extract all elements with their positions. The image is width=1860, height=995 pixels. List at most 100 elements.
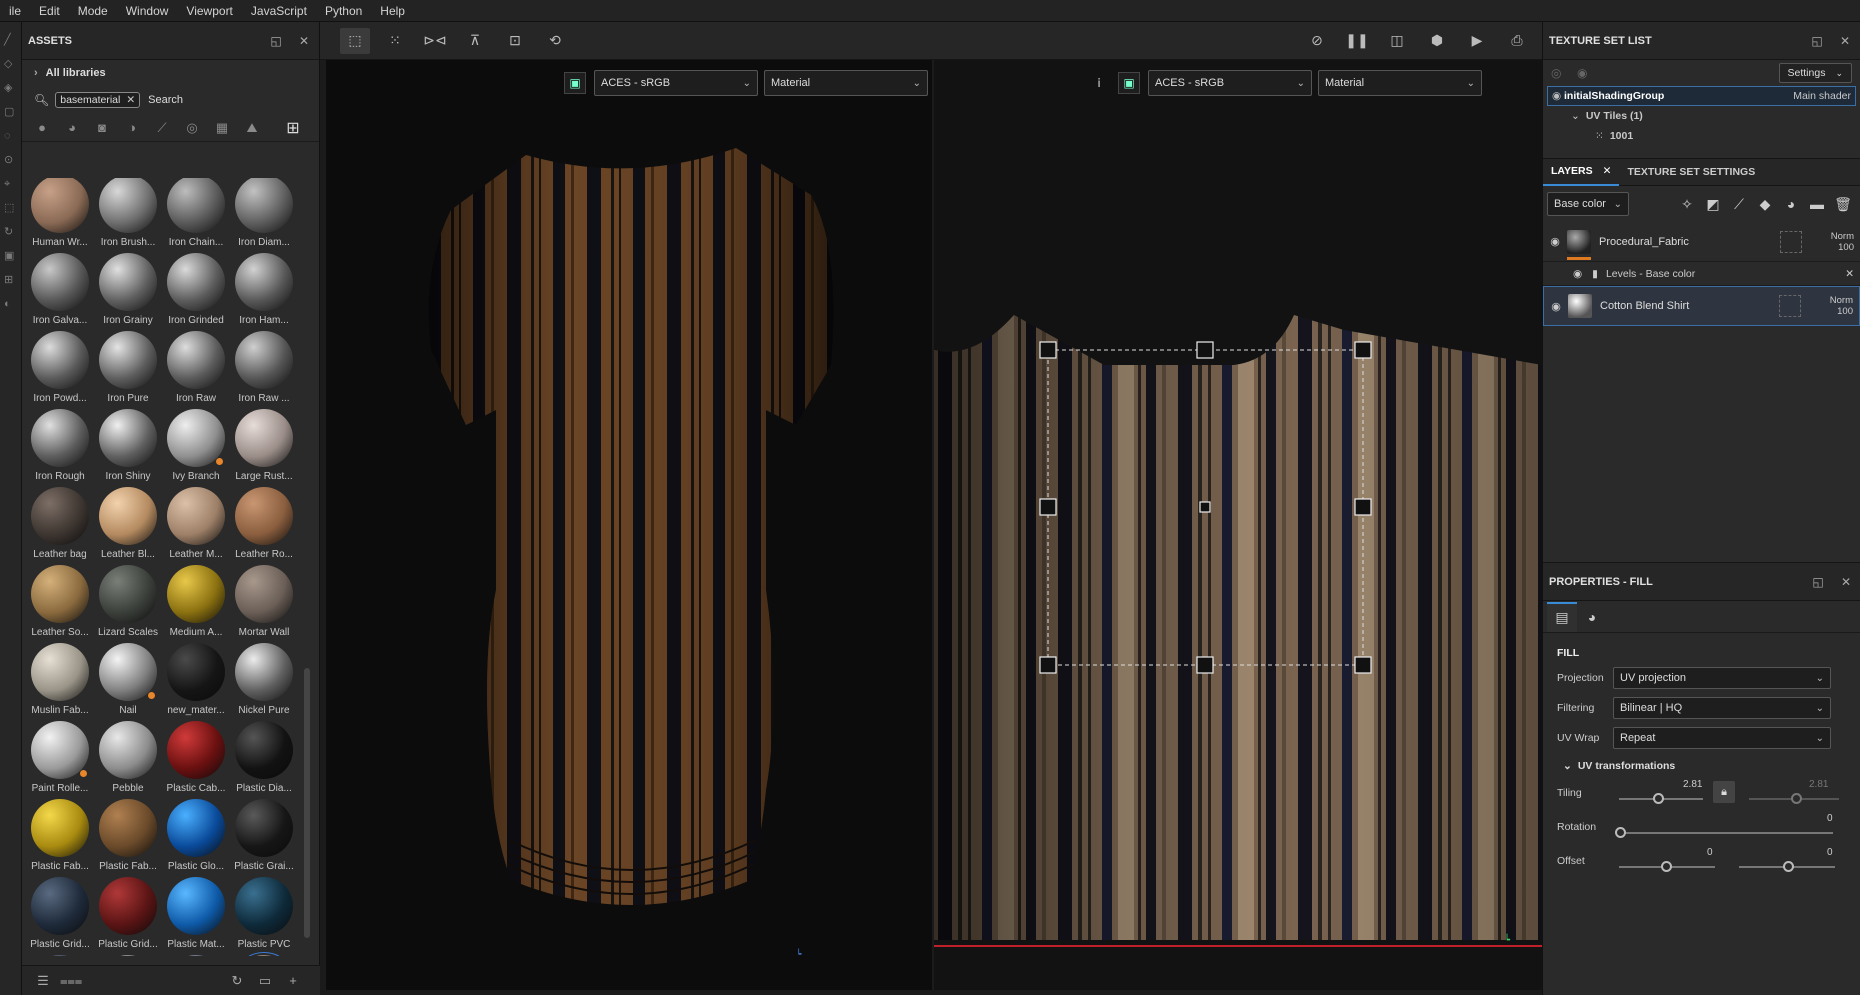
asset-item[interactable]: Plastic Fab... — [26, 798, 94, 876]
filter-procedural-icon[interactable]: ◎ — [180, 117, 204, 139]
select-tool-icon[interactable]: ⬚ — [4, 202, 18, 214]
asset-item[interactable]: Iron Raw ... — [230, 330, 298, 408]
material-properties-icon[interactable]: ◕ — [1577, 602, 1607, 632]
asset-item[interactable]: Plastic Cab... — [162, 720, 230, 798]
camera-video-icon[interactable]: ▶ — [1462, 28, 1492, 54]
asset-item[interactable]: Iron Pure — [94, 330, 162, 408]
uv-tile-row[interactable]: ⁙ 1001 — [1543, 126, 1860, 146]
menu-mode[interactable]: Mode — [69, 4, 117, 18]
visibility-icon[interactable]: ◉ — [1577, 66, 1603, 80]
filter-alpha-icon[interactable]: ▦ — [210, 117, 234, 139]
asset-item[interactable]: Iron Galva... — [26, 252, 94, 330]
split-view-icon[interactable]: ◫ — [1382, 28, 1412, 54]
asset-item[interactable]: Plastic Mat... — [162, 876, 230, 954]
layer-blend[interactable]: Norm 100 — [1809, 295, 1859, 317]
settings-dropdown[interactable]: Settings ⌄ — [1778, 63, 1852, 83]
search-input[interactable]: Search — [148, 94, 183, 106]
geometry-fill-icon[interactable]: ▢ — [4, 106, 18, 118]
asset-item[interactable]: Medium A... — [162, 564, 230, 642]
asset-item[interactable]: Leather So... — [26, 564, 94, 642]
projection-tool-icon[interactable]: ◈ — [4, 82, 18, 94]
menu-python[interactable]: Python — [316, 4, 371, 18]
tab-texture-set-settings[interactable]: TEXTURE SET SETTINGS — [1619, 158, 1763, 186]
fill-properties-icon[interactable]: ▤ — [1547, 601, 1577, 632]
refresh-icon[interactable]: ↻ — [226, 973, 248, 989]
asset-item[interactable]: Plastic Grai... — [230, 798, 298, 876]
asset-item[interactable]: Lizard Scales — [94, 564, 162, 642]
asset-item[interactable]: Plastic Glo... — [162, 798, 230, 876]
bake-icon[interactable]: ▣ — [4, 250, 18, 262]
filter-mask-icon[interactable]: ◙ — [90, 117, 114, 139]
add-effect-icon[interactable]: ✧ — [1674, 196, 1700, 213]
asset-item[interactable]: Leather Ro... — [230, 486, 298, 564]
eye-icon[interactable]: ◉ — [1543, 235, 1567, 248]
rotation-slider-knob[interactable] — [1615, 827, 1626, 838]
asset-item[interactable]: Leather M... — [162, 486, 230, 564]
uv-tiles-row[interactable]: ⌄ UV Tiles (1) — [1543, 106, 1860, 126]
lock-icon[interactable]: 🔒︎ — [1713, 781, 1735, 803]
asset-item[interactable]: Iron Ham... — [230, 252, 298, 330]
add-mask-icon[interactable]: ◩ — [1700, 196, 1726, 213]
asset-item[interactable]: Platinum P... — [94, 954, 162, 956]
layer-mask[interactable] — [1779, 295, 1801, 317]
asset-item[interactable]: Iron Rough — [26, 408, 94, 486]
menu-javascript[interactable]: JavaScript — [242, 4, 316, 18]
asset-item[interactable]: Paint Rolle... — [26, 720, 94, 798]
projection-dropdown[interactable]: UV projection ⌄ — [1613, 667, 1831, 689]
tile-grid-icon[interactable]: ⁙ — [380, 28, 410, 54]
tab-layers[interactable]: LAYERS ✕ — [1543, 158, 1620, 186]
uv-transformations-header[interactable]: ⌄ UV transformations — [1543, 755, 1860, 777]
eye-icon[interactable]: ◉ — [1548, 90, 1564, 102]
remove-tag-icon[interactable]: ✕ — [126, 94, 135, 106]
material-picker-icon[interactable]: ⌖ — [4, 178, 18, 190]
screenshot-icon[interactable]: ⎙ — [1502, 28, 1532, 54]
filter-material-icon[interactable]: ● — [30, 117, 54, 139]
display-3d-icon[interactable]: ⬢ — [1422, 28, 1452, 54]
eraser-tool-icon[interactable]: ◇ — [4, 58, 18, 70]
hide-uv-icon[interactable]: ⊘ — [1302, 28, 1332, 54]
display-settings-icon[interactable]: ▣ — [564, 72, 586, 94]
asset-item[interactable]: Plastic Dia... — [230, 720, 298, 798]
add-smart-material-icon[interactable]: ◕ — [1778, 196, 1804, 212]
asset-item[interactable]: Nickel Pure — [230, 642, 298, 720]
filter-texture-icon[interactable]: ◑ — [120, 117, 144, 139]
history-icon[interactable]: ⟲ — [540, 28, 570, 54]
menu-window[interactable]: Window — [117, 4, 178, 18]
paint-tool-icon[interactable]: ╱ — [4, 34, 18, 46]
layer-procedural-fabric[interactable]: ◉ Procedural_Fabric Norm 100 — [1543, 222, 1860, 262]
asset-item[interactable]: Iron Powd... — [26, 330, 94, 408]
add-folder-icon[interactable]: ▬ — [1804, 196, 1830, 212]
undock-icon[interactable]: ◱ — [1808, 34, 1826, 48]
delete-icon[interactable]: 🗑︎ — [1830, 196, 1856, 213]
asset-item[interactable]: Iron Grainy — [94, 252, 162, 330]
visibility-off-icon[interactable]: ◎ — [1551, 66, 1577, 80]
layer-effect-levels[interactable]: ◉ ▮ Levels - Base color ✕ — [1543, 262, 1860, 286]
asset-item[interactable]: Nail — [94, 642, 162, 720]
asset-item[interactable]: Procedural... — [230, 952, 298, 956]
undock-icon[interactable]: ◱ — [1809, 575, 1827, 589]
grid-view-icon[interactable]: ⊞ — [281, 117, 305, 139]
close-icon[interactable]: ✕ — [1837, 575, 1855, 589]
asset-item[interactable]: Plastic PVC — [230, 876, 298, 954]
search-tag[interactable]: basematerial ✕ — [55, 92, 141, 108]
asset-item[interactable]: Human Wr... — [26, 178, 94, 252]
transform-tool-icon[interactable]: ↻ — [4, 226, 18, 238]
asset-item[interactable]: Pocket Pat... — [162, 954, 230, 956]
channel-dropdown[interactable]: Base color ⌄ — [1547, 192, 1629, 216]
mirror-y-icon[interactable]: ⊼ — [460, 28, 490, 54]
asset-item[interactable]: Leather bag — [26, 486, 94, 564]
smudge-tool-icon[interactable]: ◌ — [4, 130, 18, 142]
colorspace-dropdown-3d[interactable]: ACES - sRGB ⌄ — [594, 70, 758, 96]
asset-item[interactable]: Mortar Wall — [230, 564, 298, 642]
menu-file[interactable]: ile — [0, 4, 30, 18]
layer-mask[interactable] — [1780, 230, 1802, 253]
asset-item[interactable]: Large Rust... — [230, 408, 298, 486]
eye-icon[interactable]: ◉ — [1544, 300, 1568, 313]
tiling-slider-knob-2[interactable] — [1791, 793, 1802, 804]
eye-icon[interactable]: ◉ — [1573, 268, 1582, 280]
asset-item[interactable]: Iron Grinded — [162, 252, 230, 330]
sort-icon[interactable]: ⩶ — [60, 973, 82, 989]
asset-grid-scrollbar[interactable] — [304, 668, 310, 938]
asset-item[interactable]: Iron Diam... — [230, 178, 298, 252]
viewport-2d[interactable]: ⅰ ▣ ACES - sRGB ⌄ Material ⌄ ┕ — [934, 60, 1542, 990]
